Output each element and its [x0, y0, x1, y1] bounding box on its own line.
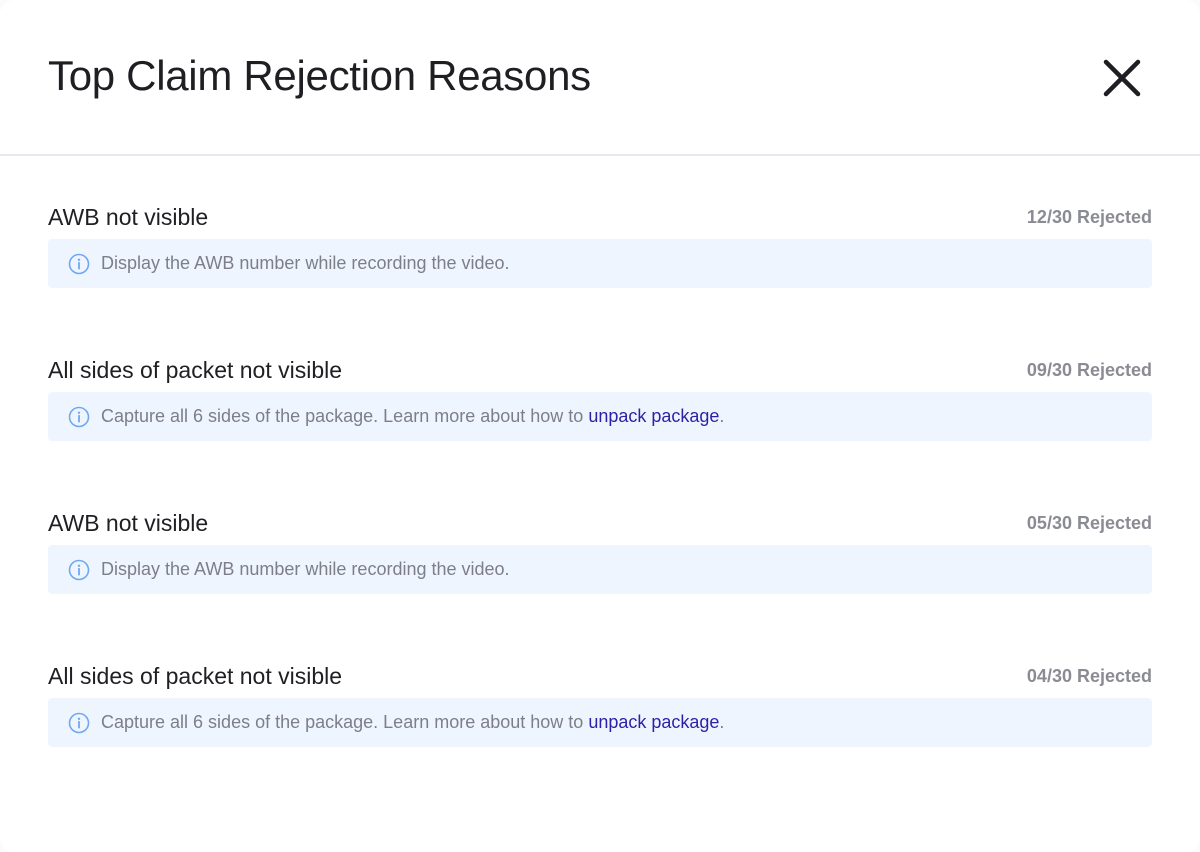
reason-tip: Capture all 6 sides of the package. Lear… — [48, 392, 1152, 441]
rejection-reasons-modal: Top Claim Rejection Reasons AWB not visi… — [0, 0, 1200, 852]
unpack-package-link[interactable]: unpack package — [588, 406, 719, 426]
reason-tip: Display the AWB number while recording t… — [48, 239, 1152, 288]
reason-tip: Capture all 6 sides of the package. Lear… — [48, 698, 1152, 747]
info-icon — [68, 712, 90, 733]
reason-title: All sides of packet not visible — [48, 662, 343, 689]
tip-text: Display the AWB number while recording t… — [101, 559, 510, 580]
reason-title: All sides of packet not visible — [48, 356, 343, 383]
info-icon — [68, 406, 90, 427]
reasons-list: AWB not visible 12/30 Rejected Display t… — [48, 198, 1152, 810]
tip-text: Capture all 6 sides of the package. Lear… — [101, 406, 724, 427]
info-icon — [68, 253, 90, 274]
reason-header: All sides of packet not visible 04/30 Re… — [48, 657, 1152, 695]
reason-header: All sides of packet not visible 09/30 Re… — [48, 351, 1152, 389]
reason-tip: Display the AWB number while recording t… — [48, 545, 1152, 594]
reason-item: AWB not visible 05/30 Rejected Display t… — [48, 504, 1152, 657]
modal-title: Top Claim Rejection Reasons — [48, 52, 591, 99]
rejection-count: 12/30 Rejected — [1026, 206, 1152, 227]
reason-title: AWB not visible — [48, 203, 209, 230]
reason-item: All sides of packet not visible 04/30 Re… — [48, 657, 1152, 810]
reason-item: All sides of packet not visible 09/30 Re… — [48, 351, 1152, 504]
rejection-count: 09/30 Rejected — [1026, 359, 1152, 380]
unpack-package-link[interactable]: unpack package — [588, 712, 719, 732]
tip-message: Capture all 6 sides of the package. Lear… — [101, 712, 589, 732]
tip-end: . — [719, 406, 725, 426]
tip-end: . — [719, 712, 725, 732]
close-icon — [1103, 59, 1141, 97]
reason-title: AWB not visible — [48, 509, 209, 536]
modal-header: Top Claim Rejection Reasons — [0, 0, 1200, 156]
reason-header: AWB not visible 05/30 Rejected — [48, 504, 1152, 542]
tip-text: Capture all 6 sides of the package. Lear… — [101, 712, 724, 733]
reason-item: AWB not visible 12/30 Rejected Display t… — [48, 198, 1152, 351]
rejection-count: 05/30 Rejected — [1026, 512, 1152, 533]
rejection-count: 04/30 Rejected — [1026, 665, 1152, 686]
tip-message: Display the AWB number while recording t… — [101, 559, 510, 579]
close-button[interactable] — [1098, 54, 1146, 102]
tip-message: Capture all 6 sides of the package. Lear… — [101, 406, 589, 426]
tip-message: Display the AWB number while recording t… — [101, 253, 510, 273]
reason-header: AWB not visible 12/30 Rejected — [48, 198, 1152, 236]
tip-text: Display the AWB number while recording t… — [101, 253, 510, 274]
info-icon — [68, 559, 90, 580]
